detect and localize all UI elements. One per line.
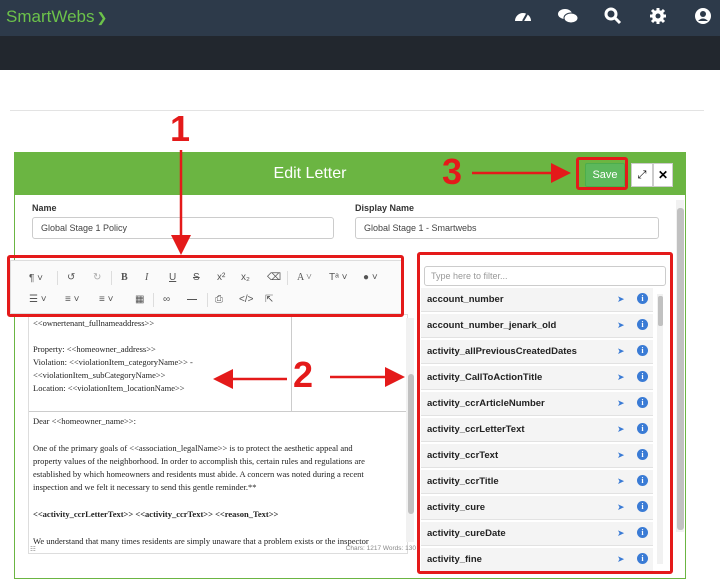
annotation-arrows [171, 150, 571, 389]
